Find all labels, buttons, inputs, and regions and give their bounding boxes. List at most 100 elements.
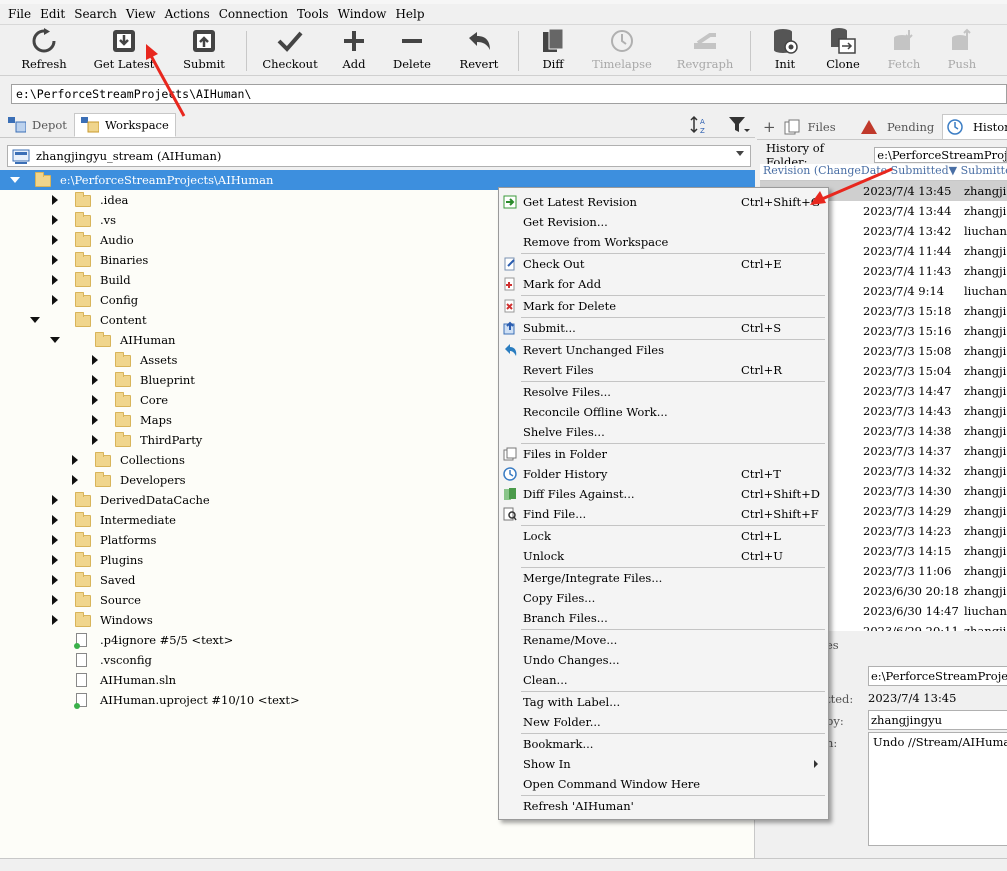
expand-down-icon[interactable] [50, 337, 60, 343]
history-user: zhangji [964, 184, 1007, 198]
diff-button[interactable]: Diff [537, 27, 569, 75]
expand-right-icon[interactable] [92, 375, 98, 385]
push-button[interactable]: Push [944, 27, 980, 75]
expand-right-icon[interactable] [52, 555, 58, 565]
menu-item-diff-files-against[interactable]: Diff Files Against... Ctrl+Shift+D [501, 484, 826, 504]
menu-item-find-file[interactable]: Find File... Ctrl+Shift+F [501, 504, 826, 524]
menu-edit[interactable]: Edit [38, 7, 72, 21]
detail-description[interactable]: Undo //Stream/AIHuman/m [868, 732, 1007, 846]
clone-button[interactable]: Clone [824, 27, 862, 75]
expand-right-icon[interactable] [52, 295, 58, 305]
expand-right-icon[interactable] [52, 595, 58, 605]
menu-item-branch-files[interactable]: Branch Files... [501, 608, 826, 628]
tree-row-label: .p4ignore #5/5 <text> [100, 633, 234, 647]
menu-item-get-latest-revision[interactable]: Get Latest Revision Ctrl+Shift+G [501, 192, 826, 212]
fetch-button[interactable]: Fetch [886, 27, 922, 75]
expand-right-icon[interactable] [52, 515, 58, 525]
menu-item-files-in-folder[interactable]: Files in Folder [501, 444, 826, 464]
diff-icon [504, 488, 516, 500]
menu-view[interactable]: View [124, 7, 163, 21]
menu-item-merge-integrate-files[interactable]: Merge/Integrate Files... [501, 568, 826, 588]
workspace-selector[interactable]: zhangjingyu_stream (AIHuman) [7, 145, 751, 167]
menu-connection[interactable]: Connection [217, 7, 295, 21]
filter-icon[interactable] [728, 115, 750, 135]
folder-icon [75, 212, 91, 227]
revert-button[interactable]: Revert [458, 27, 500, 75]
expand-right-icon[interactable] [52, 275, 58, 285]
menu-item-remove-from-workspace[interactable]: Remove from Workspace [501, 232, 826, 252]
expand-right-icon[interactable] [52, 615, 58, 625]
menu-item-open-command-window-here[interactable]: Open Command Window Here [501, 774, 826, 794]
expand-right-icon[interactable] [92, 415, 98, 425]
menu-item-bookmark[interactable]: Bookmark... [501, 734, 826, 754]
folder-icon [75, 292, 91, 307]
expand-right-icon[interactable] [52, 195, 58, 205]
tab-depot[interactable]: Depot [2, 113, 73, 137]
timelapse-button[interactable]: Timelapse [592, 27, 652, 75]
menu-item-shortcut: Ctrl+Shift+D [741, 487, 820, 501]
diff-label: Diff [542, 57, 564, 71]
expand-right-icon[interactable] [52, 215, 58, 225]
expand-right-icon[interactable] [72, 475, 78, 485]
menu-item-submit[interactable]: Submit... Ctrl+S [501, 318, 826, 338]
expand-right-icon[interactable] [52, 495, 58, 505]
menu-item-get-revision[interactable]: Get Revision... [501, 212, 826, 232]
menu-item-clean[interactable]: Clean... [501, 670, 826, 690]
menu-help[interactable]: Help [393, 7, 431, 21]
expand-down-icon[interactable] [30, 317, 40, 323]
menu-item-check-out[interactable]: Check Out Ctrl+E [501, 254, 826, 274]
menu-item-new-folder[interactable]: New Folder... [501, 712, 826, 732]
expand-right-icon[interactable] [52, 255, 58, 265]
tab-files[interactable]: + Files [763, 114, 836, 139]
menu-item-copy-files[interactable]: Copy Files... [501, 588, 826, 608]
tree-row-label: Content [100, 313, 147, 327]
delete-button[interactable]: Delete [390, 27, 434, 75]
menu-file[interactable]: File [6, 7, 38, 21]
chevron-down-icon[interactable] [736, 151, 744, 156]
expand-right-icon[interactable] [92, 355, 98, 365]
checkout-button[interactable]: Checkout [262, 27, 318, 75]
menu-search[interactable]: Search [72, 7, 124, 21]
add-button[interactable]: Add [338, 27, 370, 75]
menu-item-undo-changes[interactable]: Undo Changes... [501, 650, 826, 670]
expand-right-icon[interactable] [72, 455, 78, 465]
menu-item-unlock[interactable]: Unlock Ctrl+U [501, 546, 826, 566]
menu-item-show-in[interactable]: Show In [501, 754, 826, 774]
detail-submitted-label: tted: [826, 692, 854, 706]
menu-item-resolve-files[interactable]: Resolve Files... [501, 382, 826, 402]
history-user: zhangji [964, 304, 1007, 318]
menu-item-rename-move[interactable]: Rename/Move... [501, 630, 826, 650]
tab-pending[interactable]: Pending [861, 114, 934, 139]
sort-icon[interactable]: AZ [690, 115, 710, 135]
expand-right-icon[interactable] [52, 235, 58, 245]
menu-window[interactable]: Window [336, 7, 394, 21]
history-date: 2023/7/4 13:42 [863, 224, 952, 238]
menu-item-mark-for-add[interactable]: Mark for Add [501, 274, 826, 294]
menu-actions[interactable]: Actions [163, 7, 217, 21]
history-user: liuchan [964, 604, 1007, 618]
refresh-button[interactable]: Refresh [21, 27, 67, 75]
menu-item-folder-history[interactable]: Folder History Ctrl+T [501, 464, 826, 484]
revgraph-button[interactable]: Revgraph [677, 27, 733, 75]
expand-right-icon[interactable] [92, 395, 98, 405]
menu-item-refresh-aihuman[interactable]: Refresh 'AIHuman' [501, 796, 826, 816]
expand-down-icon[interactable] [10, 177, 20, 183]
expand-right-icon[interactable] [52, 535, 58, 545]
init-button[interactable]: Init [770, 27, 800, 75]
menu-item-revert-files[interactable]: Revert Files Ctrl+R [501, 360, 826, 380]
history-user: zhangji [964, 404, 1007, 418]
folder-icon [75, 252, 91, 267]
menu-item-revert-unchanged-files[interactable]: Revert Unchanged Files [501, 340, 826, 360]
menu-item-lock[interactable]: Lock Ctrl+L [501, 526, 826, 546]
tab-history[interactable]: Histor [942, 114, 1007, 139]
expand-right-icon[interactable] [92, 435, 98, 445]
menu-tools[interactable]: Tools [295, 7, 336, 21]
menu-item-mark-for-delete[interactable]: Mark for Delete [501, 296, 826, 316]
history-date: 2023/6/29 20:11 [863, 624, 959, 631]
menu-item-tag-with-label[interactable]: Tag with Label... [501, 692, 826, 712]
expand-right-icon[interactable] [52, 575, 58, 585]
menu-item-label: Tag with Label... [523, 695, 621, 709]
menu-item-shelve-files[interactable]: Shelve Files... [501, 422, 826, 442]
tree-row-label: .vs [100, 213, 117, 227]
menu-item-reconcile-offline-work[interactable]: Reconcile Offline Work... [501, 402, 826, 422]
